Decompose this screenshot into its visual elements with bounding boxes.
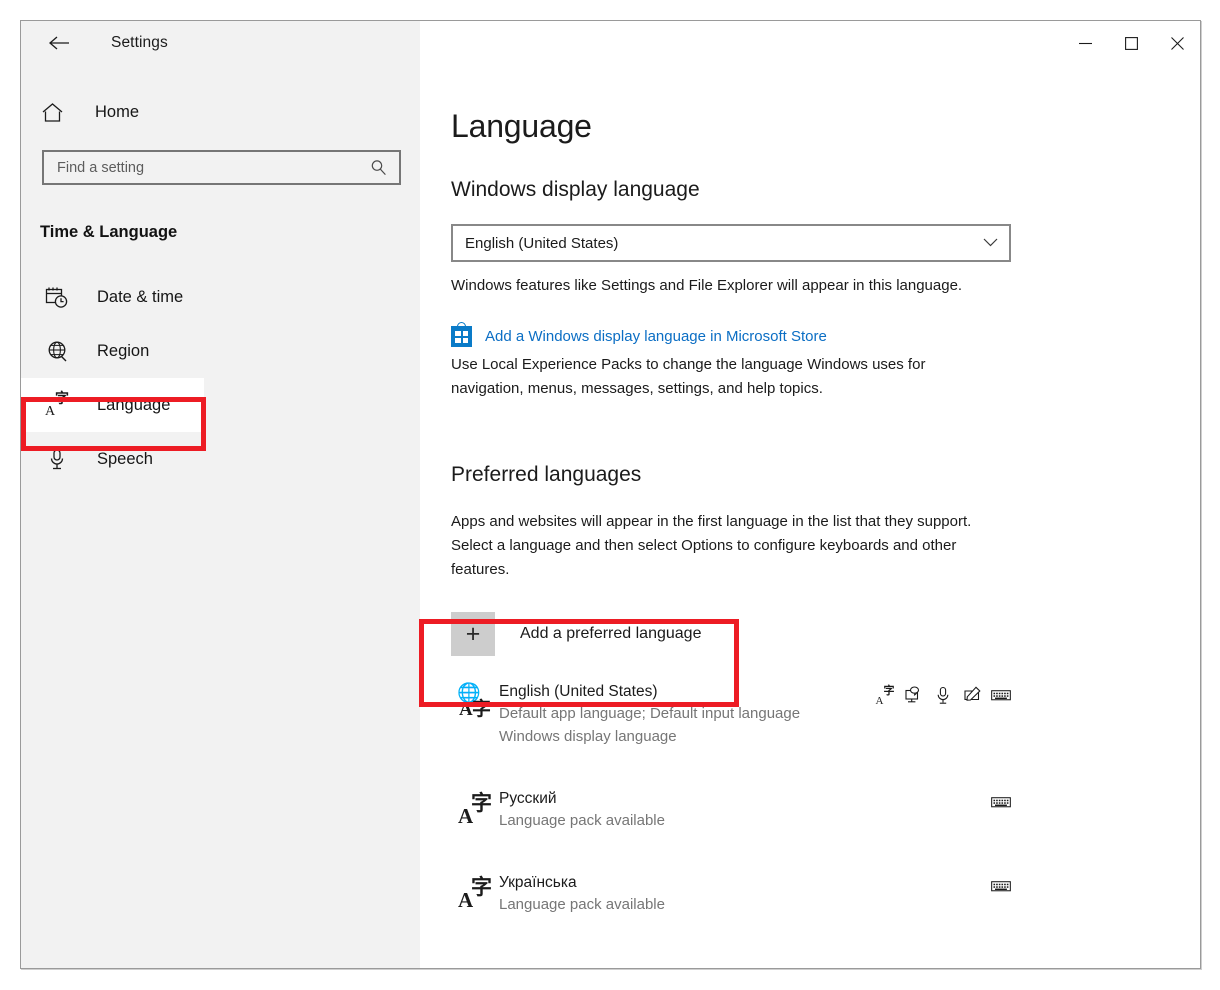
search-box[interactable]: [42, 150, 401, 185]
sidebar-nav-list: Date & time Region A 字 Language Speech: [21, 270, 420, 486]
preferred-languages-note: Apps and websites will appear in the fir…: [451, 513, 972, 578]
keyboard-icon[interactable]: [991, 876, 1011, 896]
language-pack-icon[interactable]: A 字: [875, 685, 895, 707]
minimize-button[interactable]: [1062, 21, 1108, 65]
home-icon: [41, 102, 71, 123]
language-aji-icon: A 字: [458, 791, 492, 828]
language-name: Русский: [499, 790, 557, 807]
preferred-languages-list: 🌐 A 字 English (United States) Default ap…: [451, 669, 1200, 926]
display-language-value: English (United States): [465, 234, 619, 252]
add-preferred-language-label: Add a preferred language: [520, 625, 702, 642]
sidebar-item-region[interactable]: Region: [21, 324, 420, 378]
list-item[interactable]: A 字 Русский Language pack available: [451, 776, 1011, 842]
language-name: Українська: [499, 874, 577, 891]
language-subtitle: Language pack available: [499, 812, 665, 829]
handwriting-pen-icon[interactable]: [962, 685, 982, 705]
settings-window: Settings Home Time & Language: [20, 20, 1201, 969]
plus-icon: +: [451, 612, 495, 656]
sidebar-home-label: Home: [95, 102, 140, 121]
list-item[interactable]: 🌐 A 字 English (United States) Default ap…: [451, 669, 1011, 758]
display-language-note: Windows features like Settings and File …: [451, 277, 963, 294]
sidebar-item-speech[interactable]: Speech: [21, 432, 420, 486]
keyboard-icon[interactable]: [991, 685, 1011, 705]
language-feature-icons: [991, 870, 1011, 894]
language-aji-icon: A 字: [458, 875, 492, 912]
section-title-preferred-languages: Preferred languages: [451, 463, 642, 486]
language-subtitle: Language pack available: [499, 896, 665, 913]
search-icon[interactable]: [365, 152, 391, 183]
language-name: English (United States): [499, 683, 658, 700]
sidebar-item-date-time[interactable]: Date & time: [21, 270, 420, 324]
app-title: Settings: [111, 34, 168, 51]
globe-icon: [43, 340, 71, 363]
sidebar-item-home[interactable]: Home: [21, 91, 420, 133]
maximize-button[interactable]: [1108, 21, 1154, 65]
sidebar-item-label: Speech: [97, 449, 153, 468]
display-language-icon[interactable]: [904, 685, 924, 705]
keyboard-icon[interactable]: [991, 792, 1011, 812]
language-subtitle: Default app language; Default input lang…: [499, 705, 801, 722]
page-title: Language: [451, 108, 592, 144]
settings-content-pane: Language Windows display language Englis…: [420, 21, 1200, 968]
microsoft-store-link[interactable]: Add a Windows display language in Micros…: [451, 322, 827, 347]
sidebar-item-label: Date & time: [97, 287, 184, 306]
globe-language-icon: 🌐 A 字: [457, 682, 492, 720]
list-item[interactable]: A 字 Українська Language pack available: [451, 860, 1011, 926]
local-experience-packs-note: Use Local Experience Packs to change the…: [451, 356, 926, 397]
section-title-display-language: Windows display language: [451, 178, 700, 201]
microphone-icon: [43, 448, 71, 471]
settings-sidebar: Settings Home Time & Language: [21, 21, 420, 968]
search-input[interactable]: [44, 152, 354, 183]
language-subtitle-2: Windows display language: [499, 728, 677, 745]
window-controls: [420, 21, 1200, 65]
sidebar-item-label: Region: [97, 341, 150, 360]
language-aji-icon: A 字: [45, 391, 69, 419]
microsoft-store-link-text: Add a Windows display language in Micros…: [485, 328, 827, 345]
back-arrow-icon[interactable]: [42, 26, 76, 60]
sidebar-titlebar: Settings: [21, 21, 420, 65]
language-feature-icons: A 字: [875, 679, 1011, 707]
calendar-clock-icon: [43, 286, 71, 309]
sidebar-item-label: Language: [97, 395, 171, 414]
sidebar-item-language[interactable]: A 字 Language: [21, 378, 204, 432]
display-language-dropdown[interactable]: English (United States): [451, 224, 1011, 262]
speech-microphone-icon[interactable]: [933, 685, 953, 705]
sidebar-group-heading: Time & Language: [40, 223, 178, 241]
add-preferred-language-button[interactable]: + Add a preferred language: [451, 604, 701, 664]
language-feature-icons: [991, 786, 1011, 810]
chevron-down-icon: [983, 234, 998, 252]
close-button[interactable]: [1154, 21, 1200, 65]
microsoft-store-icon: [451, 322, 472, 347]
